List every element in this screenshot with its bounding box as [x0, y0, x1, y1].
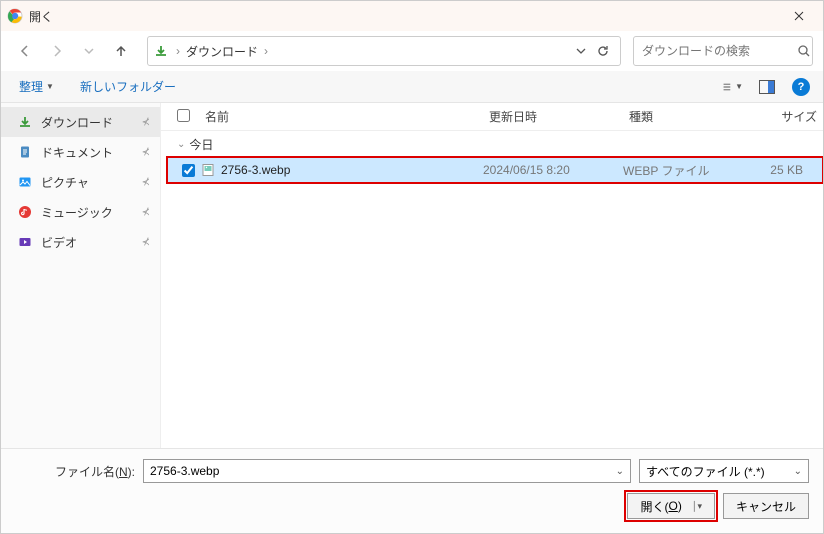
- file-open-dialog: 開く › ダウンロード ›: [0, 0, 824, 534]
- column-size[interactable]: サイズ: [743, 108, 823, 125]
- file-date: 2024/06/15 8:20: [483, 163, 623, 177]
- file-name: 2756-3.webp: [221, 163, 483, 177]
- open-button[interactable]: 開く(O) │▾: [627, 493, 715, 519]
- chevron-down-icon: ⌄: [610, 466, 624, 477]
- new-folder-button[interactable]: 新しいフォルダー: [74, 74, 182, 99]
- close-icon: [794, 11, 804, 21]
- chevron-down-icon: ▼: [46, 82, 54, 91]
- help-button[interactable]: ?: [791, 77, 811, 97]
- cancel-button[interactable]: キャンセル: [723, 493, 809, 519]
- file-icon: [199, 163, 217, 177]
- arrow-left-icon: [18, 44, 32, 58]
- file-checkbox[interactable]: [177, 164, 199, 177]
- sidebar-item-downloads[interactable]: ダウンロード ⊀: [1, 107, 160, 137]
- file-type: WEBP ファイル: [623, 162, 743, 179]
- filename-label: ファイル名(N):: [15, 463, 135, 480]
- search-icon: [797, 44, 811, 58]
- sidebar-item-label: ビデオ: [41, 234, 77, 251]
- sidebar-item-pictures[interactable]: ピクチャ ⊀: [1, 167, 160, 197]
- download-icon: [17, 114, 33, 130]
- search-input[interactable]: [642, 44, 797, 58]
- titlebar: 開く: [1, 1, 823, 31]
- pin-icon: ⊀: [142, 177, 150, 188]
- close-button[interactable]: [781, 1, 817, 31]
- list-view-icon: [723, 80, 733, 94]
- chevron-down-icon: ▼: [735, 82, 743, 91]
- search-box[interactable]: [633, 36, 813, 66]
- arrow-up-icon: [114, 44, 128, 58]
- arrow-right-icon: [50, 44, 64, 58]
- sidebar-item-label: ドキュメント: [41, 144, 113, 161]
- file-size: 25 KB: [743, 163, 823, 177]
- breadcrumb[interactable]: › ダウンロード ›: [147, 36, 621, 66]
- filename-value: 2756-3.webp: [150, 464, 610, 478]
- sidebar-item-videos[interactable]: ビデオ ⊀: [1, 227, 160, 257]
- chevron-down-icon: ⌄: [177, 139, 185, 150]
- download-icon: [154, 44, 168, 58]
- file-list[interactable]: ⌄ 今日 2756-3.webp 2024/06/15 8:20 WEBP ファ…: [161, 131, 823, 448]
- pin-icon: ⊀: [142, 117, 150, 128]
- select-all-checkbox[interactable]: [177, 109, 199, 125]
- column-date[interactable]: 更新日時: [483, 108, 623, 125]
- pictures-icon: [17, 174, 33, 190]
- column-headers: 名前 更新日時 種類 サイズ: [161, 103, 823, 131]
- back-button[interactable]: [11, 37, 39, 65]
- chevron-down-icon: [84, 46, 94, 56]
- sidebar-item-label: ダウンロード: [41, 114, 113, 131]
- file-area: 名前 更新日時 種類 サイズ ⌄ 今日 2756-3.webp 2024/06/…: [161, 103, 823, 448]
- organize-label: 整理: [19, 78, 43, 95]
- help-icon: ?: [792, 78, 810, 96]
- filename-input[interactable]: 2756-3.webp ⌄: [143, 459, 631, 483]
- cancel-label: キャンセル: [736, 498, 796, 515]
- column-type[interactable]: 種類: [623, 108, 743, 125]
- footer: ファイル名(N): 2756-3.webp ⌄ すべてのファイル (*.*) ⌄…: [1, 448, 823, 533]
- pin-icon: ⊀: [142, 207, 150, 218]
- breadcrumb-separator: ›: [174, 44, 182, 58]
- sidebar: ダウンロード ⊀ ドキュメント ⊀ ピクチャ ⊀ ミュージック ⊀ ビデオ: [1, 103, 161, 448]
- refresh-icon: [596, 44, 610, 58]
- group-label: 今日: [189, 136, 213, 153]
- sidebar-item-music[interactable]: ミュージック ⊀: [1, 197, 160, 227]
- sidebar-item-label: ピクチャ: [41, 174, 89, 191]
- refresh-button[interactable]: [592, 44, 614, 58]
- breadcrumb-item[interactable]: ダウンロード: [182, 43, 262, 60]
- filter-value: すべてのファイル (*.*): [646, 463, 765, 480]
- organize-button[interactable]: 整理 ▼: [13, 74, 60, 99]
- breadcrumb-separator: ›: [262, 44, 270, 58]
- dialog-title: 開く: [29, 8, 781, 25]
- chevron-down-icon: ⌄: [794, 466, 802, 477]
- new-folder-label: 新しいフォルダー: [80, 78, 176, 95]
- column-name[interactable]: 名前: [199, 108, 483, 125]
- preview-pane-button[interactable]: [757, 77, 777, 97]
- document-icon: [17, 144, 33, 160]
- preview-pane-icon: [759, 80, 775, 94]
- up-button[interactable]: [107, 37, 135, 65]
- chevron-down-icon: [576, 46, 586, 56]
- path-dropdown-button[interactable]: [570, 46, 592, 56]
- recent-button[interactable]: [75, 37, 103, 65]
- file-row[interactable]: 2756-3.webp 2024/06/15 8:20 WEBP ファイル 25…: [167, 157, 823, 183]
- toolbar: 整理 ▼ 新しいフォルダー ▼ ?: [1, 71, 823, 103]
- navbar: › ダウンロード ›: [1, 31, 823, 71]
- split-arrow-icon: │▾: [692, 501, 702, 512]
- sidebar-item-label: ミュージック: [41, 204, 113, 221]
- pin-icon: ⊀: [142, 147, 150, 158]
- view-mode-button[interactable]: ▼: [723, 77, 743, 97]
- forward-button[interactable]: [43, 37, 71, 65]
- pin-icon: ⊀: [142, 237, 150, 248]
- music-icon: [17, 204, 33, 220]
- group-header[interactable]: ⌄ 今日: [167, 131, 823, 157]
- dialog-body: ダウンロード ⊀ ドキュメント ⊀ ピクチャ ⊀ ミュージック ⊀ ビデオ: [1, 103, 823, 448]
- file-filter-select[interactable]: すべてのファイル (*.*) ⌄: [639, 459, 809, 483]
- chrome-icon: [7, 8, 23, 24]
- sidebar-item-documents[interactable]: ドキュメント ⊀: [1, 137, 160, 167]
- video-icon: [17, 234, 33, 250]
